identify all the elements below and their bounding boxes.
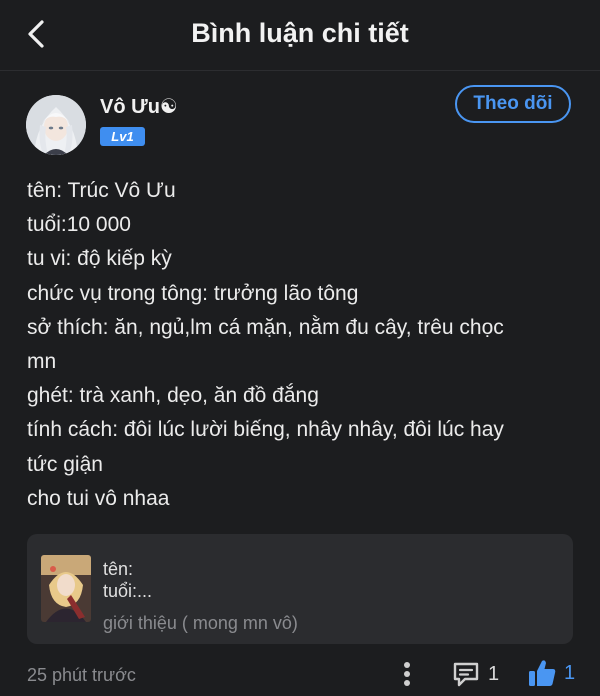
more-options-button[interactable]	[396, 658, 418, 690]
page-title: Bình luận chi tiết	[191, 18, 409, 48]
comment-count: 1	[488, 662, 500, 685]
body-line: ghét: trà xanh, dẹo, ăn đồ đắng	[27, 384, 319, 408]
body-line: cho tui vô nhaa	[27, 486, 170, 510]
body-line: tu vi: độ kiếp kỳ	[27, 247, 172, 271]
comment-body: tên: Trúc Vô Ưu tuổi:10 000 tu vi: độ ki…	[27, 174, 577, 516]
reply-button[interactable]: 1	[452, 657, 499, 691]
like-button[interactable]: 1	[528, 655, 575, 691]
thumbs-up-icon	[529, 660, 556, 686]
timestamp: 25 phút trước	[27, 665, 136, 685]
body-line: tức giận	[27, 452, 103, 476]
author-name[interactable]: Vô Ưu☯	[100, 94, 178, 119]
body-line: tên: Trúc Vô Ưu	[27, 179, 176, 202]
top-bar: Bình luận chi tiết	[0, 0, 600, 71]
quoted-post-intro: giới thiệu ( mong mn vô)	[103, 613, 298, 633]
like-count: 1	[564, 661, 576, 684]
body-line: mn	[27, 350, 57, 374]
body-line: chức vụ trong tông: trưởng lão tông	[27, 281, 359, 305]
comment-icon	[453, 662, 479, 687]
body-line: tuổi:10 000	[27, 213, 131, 237]
level-badge: Lv1	[100, 127, 145, 146]
more-vertical-icon	[404, 662, 410, 686]
quoted-post-line: tên:	[103, 559, 134, 579]
body-line: sở thích: ăn, ngủ,lm cá mặn, nằm đu cây,…	[27, 315, 504, 339]
quoted-post-card[interactable]: tên: tuổi:... giới thiệu ( mong mn vô)	[27, 534, 573, 644]
quoted-post-thumbnail	[41, 555, 91, 622]
avatar[interactable]	[26, 95, 86, 155]
follow-button[interactable]: Theo dõi	[455, 85, 571, 123]
quoted-post-text: tên: tuổi:...	[103, 558, 152, 602]
quoted-post-line: tuổi:...	[103, 581, 153, 601]
body-line: tính cách: đôi lúc lười biếng, nhây nhây…	[27, 418, 504, 442]
